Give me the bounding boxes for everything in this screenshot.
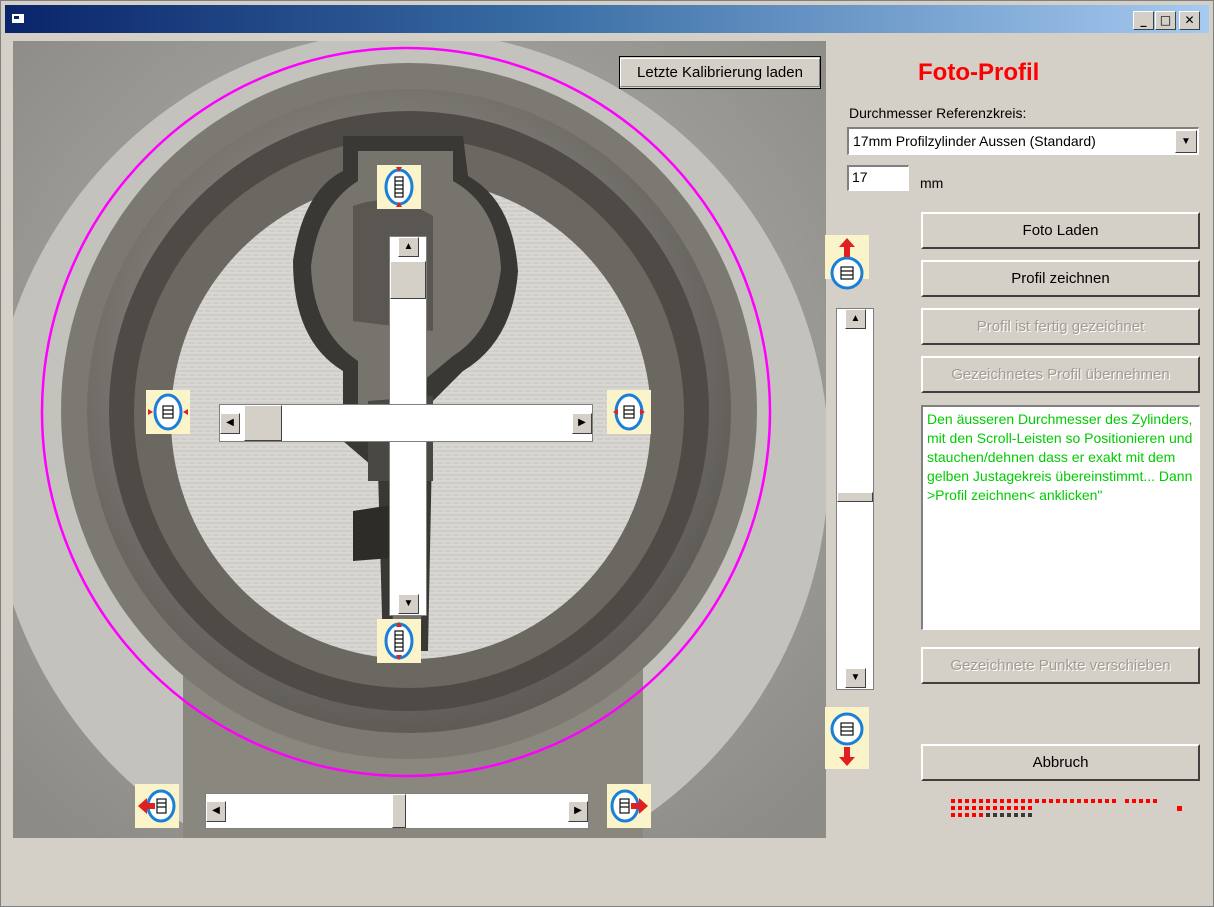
photo-canvas[interactable]: Letzte Kalibrierung laden ▲ ▼ ◀ ▶ ◀ ▶ <box>13 41 826 838</box>
minimize-button[interactable]: _ <box>1133 11 1154 30</box>
draw-profile-label: Profil zeichnen <box>1011 270 1110 287</box>
title-bar[interactable]: _ □ ✕ <box>5 5 1209 33</box>
stretch-horizontal-right-icon[interactable] <box>607 390 651 434</box>
stretch-vertical-bottom-icon[interactable] <box>377 619 421 663</box>
scroll-up-button[interactable]: ▲ <box>845 309 866 329</box>
scroll-left-button[interactable]: ◀ <box>206 801 226 822</box>
profile-done-button[interactable]: Profil ist fertig gezeichnet <box>921 308 1200 345</box>
scroll-left-button[interactable]: ◀ <box>220 413 240 434</box>
app-icon <box>11 12 27 25</box>
move-left-icon[interactable] <box>135 784 179 828</box>
scroll-down-button[interactable]: ▼ <box>845 668 866 688</box>
diameter-select-value: 17mm Profilzylinder Aussen (Standard) <box>853 133 1096 149</box>
scrollbar-thumb[interactable] <box>837 492 873 502</box>
scrollbar-thumb[interactable] <box>390 261 426 299</box>
shrink-vertical-top-icon[interactable] <box>377 165 421 209</box>
draw-profile-button[interactable]: Profil zeichnen <box>921 260 1200 297</box>
maximize-button[interactable]: □ <box>1155 11 1176 30</box>
unit-label: mm <box>920 175 944 191</box>
load-last-calibration-button[interactable]: Letzte Kalibrierung laden <box>619 56 821 89</box>
move-points-button[interactable]: Gezeichnete Punkte verschieben <box>921 647 1200 684</box>
move-up-icon[interactable] <box>825 235 869 290</box>
progress-indicator <box>951 799 1182 817</box>
application-window: _ □ ✕ Letzte Kalibrierung laden ▲ ▼ ◀ ▶ … <box>0 0 1214 907</box>
chevron-down-icon[interactable]: ▼ <box>1175 130 1197 153</box>
move-down-icon[interactable] <box>825 707 869 769</box>
scroll-down-button[interactable]: ▼ <box>398 594 419 614</box>
shrink-horizontal-left-icon[interactable] <box>146 390 190 434</box>
apply-profile-label: Gezeichnetes Profil übernehmen <box>951 366 1170 383</box>
scroll-right-button[interactable]: ▶ <box>568 801 588 822</box>
profile-done-label: Profil ist fertig gezeichnet <box>976 318 1145 335</box>
move-right-icon[interactable] <box>607 784 651 828</box>
horizontal-position-scrollbar[interactable]: ◀ ▶ <box>205 793 589 829</box>
load-photo-label: Foto Laden <box>1022 222 1099 239</box>
scroll-right-button[interactable]: ▶ <box>572 413 592 434</box>
cancel-label: Abbruch <box>1032 754 1089 771</box>
close-button[interactable]: ✕ <box>1179 11 1200 30</box>
load-last-calibration-label: Letzte Kalibrierung laden <box>620 58 820 87</box>
diameter-select[interactable]: 17mm Profilzylinder Aussen (Standard) ▼ <box>847 127 1199 155</box>
scrollbar-thumb[interactable] <box>244 405 282 441</box>
load-photo-button[interactable]: Foto Laden <box>921 212 1200 249</box>
scroll-up-button[interactable]: ▲ <box>398 237 419 257</box>
cancel-button[interactable]: Abbruch <box>921 744 1200 781</box>
scrollbar-thumb[interactable] <box>392 794 406 828</box>
move-points-label: Gezeichnete Punkte verschieben <box>950 657 1171 674</box>
apply-profile-button[interactable]: Gezeichnetes Profil übernehmen <box>921 356 1200 393</box>
diameter-label: Durchmesser Referenzkreis: <box>849 105 1027 121</box>
instructions-textbox[interactable]: Den äusseren Durchmesser des Zylinders, … <box>921 405 1200 630</box>
page-title: Foto-Profil <box>918 59 1040 86</box>
diameter-field[interactable]: 17 <box>847 165 909 191</box>
horizontal-scale-scrollbar[interactable]: ◀ ▶ <box>219 404 593 442</box>
vertical-position-scrollbar[interactable]: ▲ ▼ <box>836 308 874 690</box>
